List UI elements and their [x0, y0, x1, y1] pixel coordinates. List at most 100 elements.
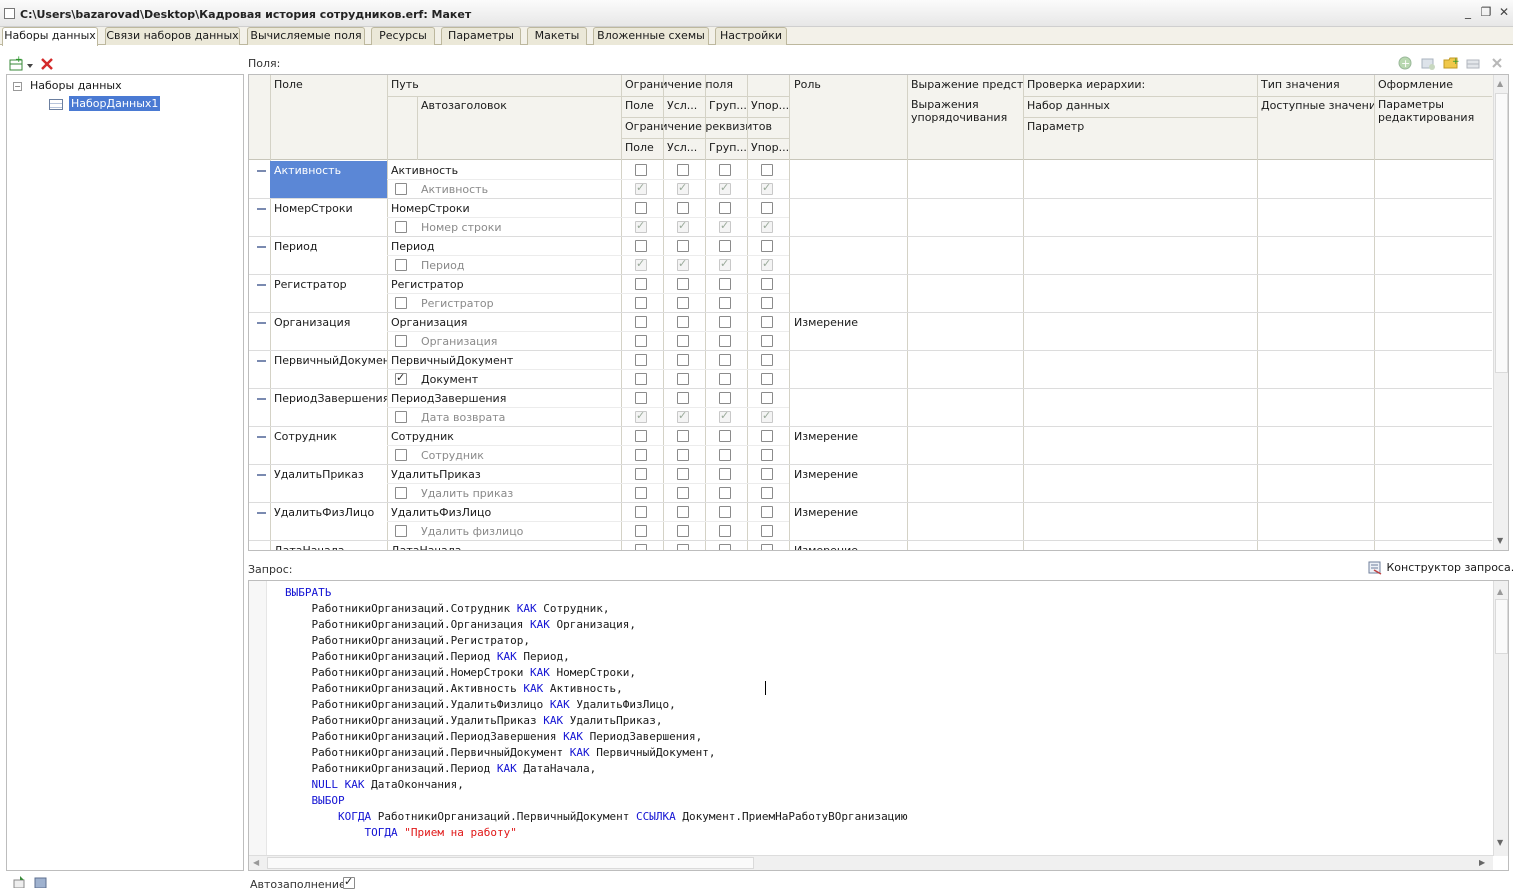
scroll-up-icon[interactable]: ▲ [1497, 79, 1503, 88]
field-name[interactable]: НомерСтроки [270, 199, 387, 218]
field-path[interactable]: УдалитьФизЛицо [387, 503, 621, 522]
col-attr-cond-header[interactable]: Усл... [663, 138, 705, 157]
tab-calculated-fields[interactable]: Вычисляемые поля [247, 27, 365, 45]
row-collapse-icon[interactable] [257, 436, 266, 438]
scroll-up-icon[interactable]: ▲ [1497, 587, 1503, 596]
field-restriction-checkbox[interactable] [677, 506, 689, 518]
attr-restriction-checkbox[interactable] [761, 373, 773, 385]
col-attr-order-header[interactable]: Упор... [747, 138, 789, 157]
field-title[interactable]: Номер строки [417, 218, 617, 237]
col-restr-field-header[interactable]: Поле [621, 96, 663, 115]
field-restriction-checkbox[interactable] [677, 392, 689, 404]
field-restriction-checkbox[interactable] [677, 240, 689, 252]
scrollbar-thumb[interactable] [1495, 93, 1508, 373]
field-restriction-checkbox[interactable] [719, 392, 731, 404]
field-role[interactable]: Измерение [790, 427, 907, 446]
add-folder-icon[interactable] [1420, 55, 1436, 71]
scroll-down-icon[interactable]: ▼ [1497, 838, 1503, 847]
autotitle-checkbox[interactable] [395, 449, 407, 461]
tree-root[interactable]: −Наборы данных [13, 79, 122, 92]
attr-restriction-checkbox[interactable] [635, 297, 647, 309]
col-expr-present-header[interactable]: Выражение предст... [907, 75, 1023, 94]
field-restriction-checkbox[interactable] [761, 316, 773, 328]
field-name[interactable]: Активность [270, 161, 387, 180]
field-restriction-checkbox[interactable] [719, 354, 731, 366]
tab-nested-schemas[interactable]: Вложенные схемы [593, 27, 709, 45]
attr-restriction-checkbox[interactable] [635, 487, 647, 499]
field-restriction-checkbox[interactable] [719, 544, 731, 551]
field-restriction-checkbox[interactable] [677, 164, 689, 176]
field-restriction-checkbox[interactable] [719, 164, 731, 176]
field-role[interactable]: Измерение [790, 465, 907, 484]
collapse-icon[interactable]: − [13, 82, 22, 91]
attr-restriction-checkbox[interactable]: ✓ [677, 183, 689, 195]
field-restriction-checkbox[interactable] [677, 316, 689, 328]
field-role[interactable]: Измерение [790, 503, 907, 522]
attr-restriction-checkbox[interactable] [635, 525, 647, 537]
query-builder-button[interactable]: Конструктор запроса... [1367, 560, 1513, 576]
row-collapse-icon[interactable] [257, 322, 266, 324]
attr-restriction-checkbox[interactable] [719, 487, 731, 499]
col-parameter-header[interactable]: Параметр [1023, 117, 1257, 136]
attr-restriction-checkbox[interactable]: ✓ [635, 411, 647, 423]
field-title[interactable]: Период [417, 256, 617, 275]
delete-field-icon[interactable] [1489, 55, 1505, 71]
attr-restriction-checkbox[interactable] [677, 335, 689, 347]
attr-restriction-checkbox[interactable]: ✓ [719, 221, 731, 233]
attr-restriction-checkbox[interactable] [761, 335, 773, 347]
attr-restriction-checkbox[interactable]: ✓ [761, 221, 773, 233]
field-restriction-checkbox[interactable] [635, 164, 647, 176]
delete-icon[interactable] [40, 57, 54, 71]
tab-resources[interactable]: Ресурсы [371, 27, 435, 45]
scroll-right-icon[interactable]: ▶ [1479, 858, 1485, 867]
attr-restriction-checkbox[interactable] [677, 525, 689, 537]
field-restriction-checkbox[interactable] [635, 240, 647, 252]
field-restriction-checkbox[interactable] [761, 468, 773, 480]
col-avail-values-header[interactable]: Доступные значения [1257, 96, 1374, 115]
scrollbar-thumb[interactable] [1495, 599, 1508, 654]
attr-restriction-checkbox[interactable] [761, 297, 773, 309]
field-path[interactable]: Регистратор [387, 275, 621, 294]
col-path-header[interactable]: Путь [387, 75, 621, 94]
field-restriction-checkbox[interactable] [761, 164, 773, 176]
attr-restriction-checkbox[interactable]: ✓ [761, 411, 773, 423]
col-restr-group-header[interactable]: Груп... [705, 96, 747, 115]
tree-item-dataset1[interactable]: НаборДанных1 [49, 97, 160, 110]
attr-restriction-checkbox[interactable]: ✓ [677, 221, 689, 233]
field-title[interactable]: Удалить приказ [417, 484, 617, 503]
field-restriction-checkbox[interactable] [635, 468, 647, 480]
field-path[interactable]: Сотрудник [387, 427, 621, 446]
field-name[interactable]: УдалитьФизЛицо [270, 503, 387, 522]
attr-restriction-checkbox[interactable] [635, 335, 647, 347]
field-restriction-checkbox[interactable] [677, 430, 689, 442]
row-collapse-icon[interactable] [257, 284, 266, 286]
attr-restriction-checkbox[interactable] [719, 297, 731, 309]
field-name[interactable]: Период [270, 237, 387, 256]
field-restriction-checkbox[interactable] [761, 392, 773, 404]
tab-datasets[interactable]: Наборы данных [2, 27, 98, 46]
query-text[interactable]: ВЫБРАТЬ РаботникиОрганизаций.Сотрудник К… [285, 585, 908, 841]
autotitle-checkbox[interactable] [395, 525, 407, 537]
field-name[interactable]: УдалитьПриказ [270, 465, 387, 484]
add-field-icon[interactable]: + [1397, 55, 1413, 71]
field-restriction-checkbox[interactable] [677, 468, 689, 480]
field-restriction-checkbox[interactable] [677, 278, 689, 290]
row-collapse-icon[interactable] [257, 360, 266, 362]
autofill-checkbox[interactable]: ✓ [343, 877, 355, 889]
attr-restriction-checkbox[interactable]: ✓ [677, 259, 689, 271]
grid-scrollbar[interactable]: ▲ ▼ [1493, 75, 1509, 551]
autotitle-checkbox[interactable] [395, 487, 407, 499]
close-icon[interactable]: ✕ [1496, 4, 1512, 20]
field-name[interactable]: Организация [270, 313, 387, 332]
field-title[interactable]: Дата возврата [417, 408, 617, 427]
attr-restriction-checkbox[interactable]: ✓ [677, 411, 689, 423]
field-name[interactable]: Сотрудник [270, 427, 387, 446]
col-role-header[interactable]: Роль [790, 75, 907, 94]
field-name[interactable]: ДатаНачала [270, 541, 387, 551]
hscrollbar-thumb[interactable] [267, 857, 754, 869]
editor-vscrollbar[interactable]: ▲ ▼ [1493, 581, 1509, 856]
query-editor[interactable]: ВЫБРАТЬ РаботникиОрганизаций.Сотрудник К… [248, 580, 1509, 871]
field-restriction-checkbox[interactable] [719, 240, 731, 252]
attr-restriction-checkbox[interactable] [635, 449, 647, 461]
field-restriction-checkbox[interactable] [761, 202, 773, 214]
